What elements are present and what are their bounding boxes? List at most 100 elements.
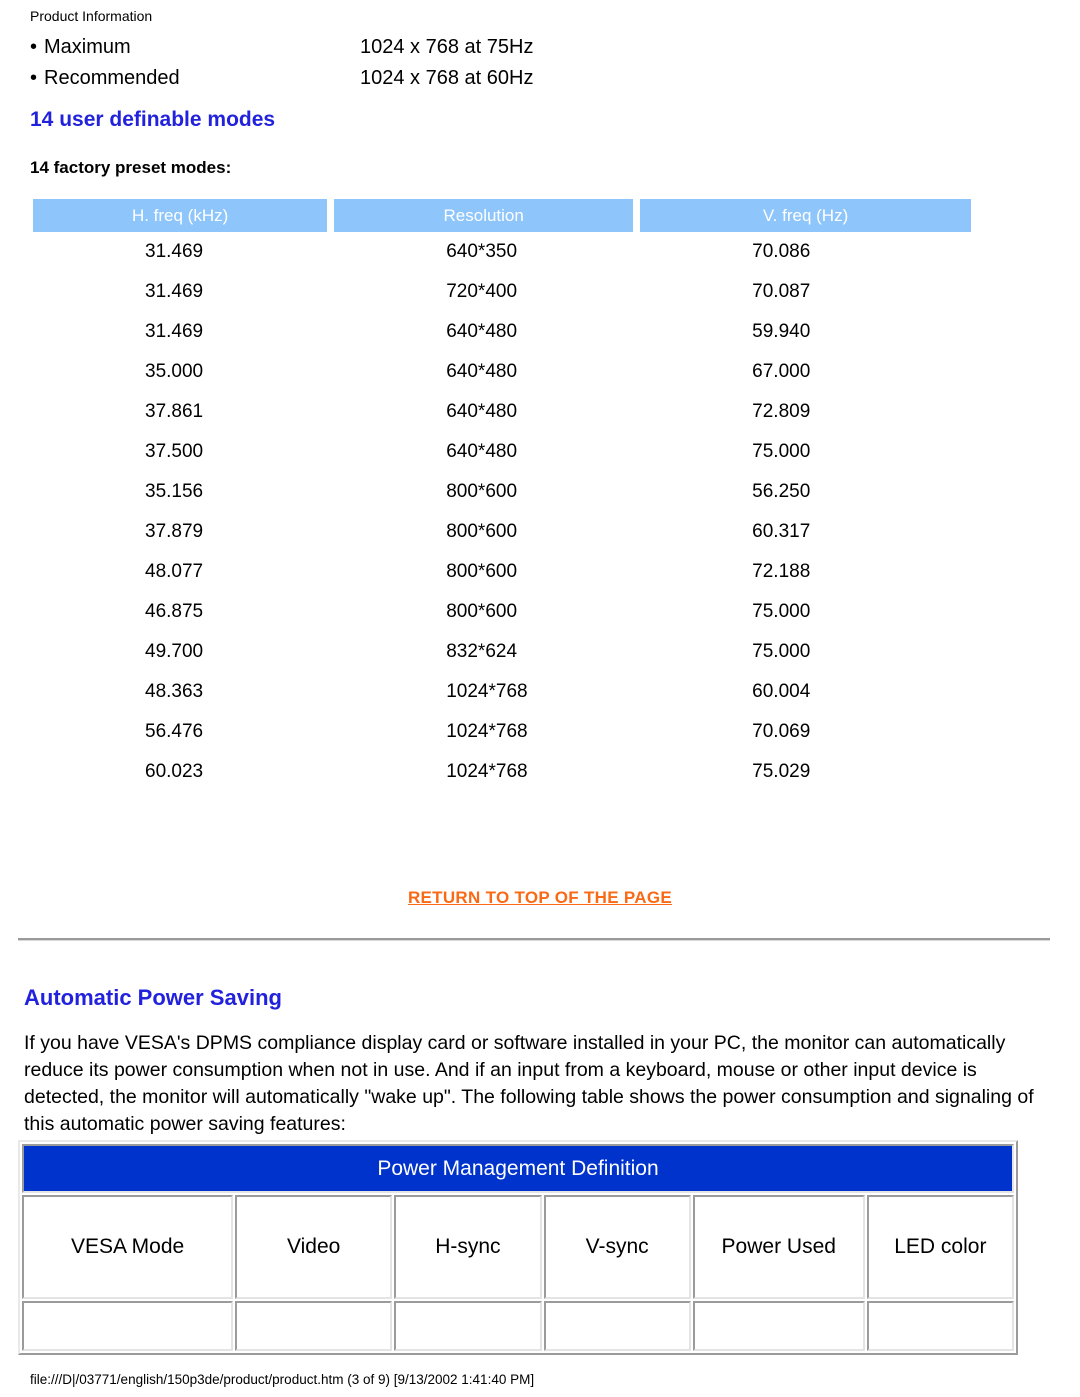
column-header-vesa-mode: VESA Mode (22, 1195, 234, 1299)
table-cell-empty (692, 1301, 865, 1351)
cell-v-freq: 75.000 (752, 441, 811, 462)
spec-label-text: Maximum (44, 36, 131, 58)
table-row: 35.156 800*600 56.250 (33, 472, 971, 512)
cell-h-freq: 56.476 (145, 721, 204, 742)
cell-h-freq: 48.077 (145, 561, 204, 582)
cell-v-freq: 67.000 (752, 361, 811, 382)
cell-v-freq: 56.250 (752, 481, 811, 502)
table-row (22, 1301, 1014, 1351)
footer-file-path: file:///D|/03771/english/150p3de/product… (30, 1372, 535, 1387)
cell-h-freq: 37.861 (145, 401, 204, 422)
column-header-v-sync: V-sync (543, 1195, 691, 1299)
cell-resolution: 800*600 (446, 601, 518, 622)
spec-list: • Maximum 1024 x 768 at 75Hz • Recommended… (30, 36, 1030, 98)
table-cell-empty (235, 1301, 393, 1351)
cell-v-freq: 72.188 (752, 561, 811, 582)
cell-v-freq: 75.029 (752, 761, 811, 782)
cell-h-freq: 35.156 (145, 481, 204, 502)
table-row: 37.500 640*480 75.000 (33, 432, 971, 472)
column-header-led-color: LED color (866, 1195, 1014, 1299)
cell-h-freq: 60.023 (145, 761, 204, 782)
return-to-top-link[interactable]: RETURN TO TOP OF THE PAGE (408, 888, 672, 907)
cell-h-freq: 48.363 (145, 681, 204, 702)
cell-v-freq: 59.940 (752, 321, 811, 342)
spec-value: 1024 x 768 at 60Hz (360, 67, 534, 89)
automatic-power-saving-paragraph: If you have VESA's DPMS compliance displ… (24, 1032, 1034, 1135)
cell-resolution: 640*480 (446, 321, 518, 342)
column-header-h-freq: H. freq (kHz) (33, 199, 328, 232)
cell-h-freq: 49.700 (145, 641, 204, 662)
user-definable-modes-heading: 14 user definable modes (30, 108, 276, 131)
cell-resolution: 1024*768 (446, 721, 528, 742)
cell-v-freq: 70.069 (752, 721, 811, 742)
cell-v-freq: 75.000 (752, 641, 811, 662)
running-head: Product Information (30, 8, 153, 24)
column-header-h-sync: H-sync (394, 1195, 542, 1299)
cell-v-freq: 70.086 (752, 241, 811, 262)
cell-resolution: 640*480 (446, 401, 518, 422)
table-cell-empty (394, 1301, 542, 1351)
cell-v-freq: 75.000 (752, 601, 811, 622)
cell-resolution: 800*600 (446, 521, 518, 542)
cell-resolution: 720*400 (446, 281, 518, 302)
cell-resolution: 640*350 (446, 241, 518, 262)
column-header-video: Video (235, 1195, 393, 1299)
cell-resolution: 800*600 (446, 481, 518, 502)
power-management-table: Power Management Definition VESA Mode Vid… (18, 1140, 1018, 1355)
table-row: 56.476 1024*768 70.069 (33, 712, 971, 752)
column-header-v-freq: V. freq (Hz) (640, 199, 971, 232)
list-item: • Maximum 1024 x 768 at 75Hz (30, 36, 1030, 67)
cell-resolution: 832*624 (446, 641, 518, 662)
spec-value: 1024 x 768 at 75Hz (360, 36, 534, 58)
table-header-row: VESA Mode Video H-sync V-sync Power Used LED … (22, 1195, 1014, 1299)
cell-h-freq: 31.469 (145, 281, 204, 302)
spec-label-text: Recommended (44, 67, 180, 89)
cell-h-freq: 35.000 (145, 361, 204, 382)
table-row: 48.077 800*600 72.188 (33, 552, 971, 592)
cell-v-freq: 72.809 (752, 401, 811, 422)
bullet-icon: • (30, 36, 38, 58)
return-to-top-container: RETURN TO TOP OF THE PAGE (0, 888, 1080, 908)
table-row: 37.879 800*600 60.317 (33, 512, 971, 552)
section-divider (18, 938, 1050, 941)
cell-resolution: 800*600 (446, 561, 518, 582)
table-row: 31.469 640*480 59.940 (33, 312, 971, 352)
table-row: 35.000 640*480 67.000 (33, 352, 971, 392)
bullet-icon: • (30, 67, 38, 89)
table-row: 60.023 1024*768 75.029 (33, 752, 971, 792)
power-management-table-wrapper: Power Management Definition VESA Mode Vid… (18, 1140, 1018, 1355)
cell-resolution: 1024*768 (446, 761, 528, 782)
cell-h-freq: 31.469 (145, 241, 204, 262)
column-header-resolution: Resolution (334, 199, 634, 232)
spec-label: • Maximum (30, 36, 360, 59)
table-row: 49.700 832*624 75.000 (33, 632, 971, 672)
table-cell-empty (543, 1301, 691, 1351)
list-item: • Recommended 1024 x 768 at 60Hz (30, 67, 1030, 98)
cell-h-freq: 37.500 (145, 441, 204, 462)
table-cell-empty (866, 1301, 1014, 1351)
cell-h-freq: 37.879 (145, 521, 204, 542)
table-row: 31.469 720*400 70.087 (33, 272, 971, 312)
table-row: 48.363 1024*768 60.004 (33, 672, 971, 712)
cell-v-freq: 70.087 (752, 281, 811, 302)
column-header-power-used: Power Used (692, 1195, 865, 1299)
factory-preset-modes-subheading: 14 factory preset modes: (30, 158, 232, 177)
cell-h-freq: 31.469 (145, 321, 204, 342)
power-management-title: Power Management Definition (22, 1144, 1014, 1193)
table-header-row: H. freq (kHz) Resolution V. freq (Hz) (33, 199, 971, 232)
cell-resolution: 640*480 (446, 361, 518, 382)
cell-resolution: 1024*768 (446, 681, 528, 702)
document-page: Product Information • Maximum 1024 x 768 … (0, 0, 1080, 1397)
cell-v-freq: 60.004 (752, 681, 811, 702)
table-row: 46.875 800*600 75.000 (33, 592, 971, 632)
automatic-power-saving-heading: Automatic Power Saving (24, 985, 282, 1010)
cell-h-freq: 46.875 (145, 601, 204, 622)
table-row: 31.469 640*350 70.086 (33, 232, 971, 272)
table-title-row: Power Management Definition (22, 1144, 1014, 1193)
cell-resolution: 640*480 (446, 441, 518, 462)
spec-label: • Recommended (30, 67, 360, 90)
table-cell-empty (22, 1301, 234, 1351)
factory-preset-modes-table: H. freq (kHz) Resolution V. freq (Hz) 31… (26, 199, 978, 792)
cell-v-freq: 60.317 (752, 521, 811, 542)
table-row: 37.861 640*480 72.809 (33, 392, 971, 432)
